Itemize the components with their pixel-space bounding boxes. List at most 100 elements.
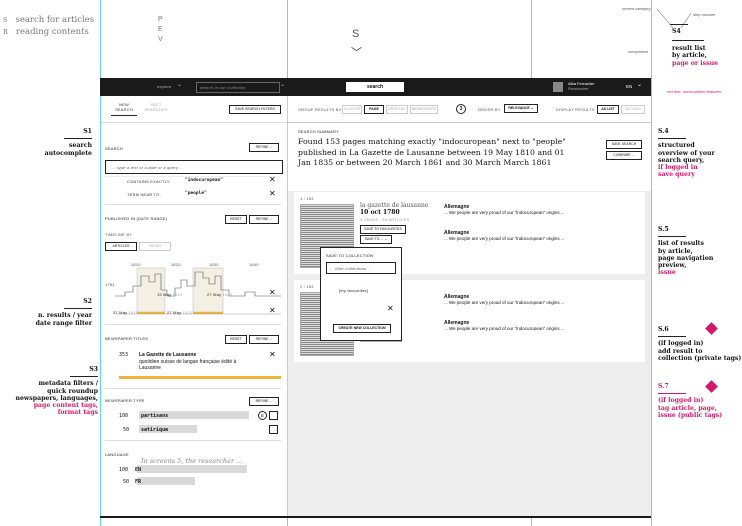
group-label: GROUP RESULTS BY (298, 107, 342, 112)
display-option[interactable]: AS LIST (597, 105, 619, 114)
term-value: "people" (185, 191, 207, 196)
query-input[interactable]: ... type a text or a date or a query ... (105, 160, 283, 174)
close-icon[interactable]: ✕ (269, 289, 276, 297)
annotation-line: newspapers, languages, (15, 394, 99, 402)
tab-new-search[interactable]: NEW SEARCH (111, 102, 137, 116)
close-icon[interactable]: ✕ (269, 307, 276, 315)
create-collection-button[interactable]: CREATE NEW COLLECTION (333, 324, 391, 333)
timeline-issues-option[interactable]: ISSUES (139, 242, 171, 251)
refine-button[interactable]: REFINE ... (249, 397, 279, 406)
info-icon[interactable]: 3 (456, 104, 466, 114)
legend-key: S (3, 16, 8, 24)
reset-button[interactable]: RESET (225, 215, 247, 224)
refine-button[interactable]: REFINE ... (249, 215, 279, 224)
legend: Ssearch for articles Rreading contents (3, 14, 94, 38)
save-to-dropdown[interactable]: SAVE TO ... ⌄ (360, 235, 392, 244)
annotation-id: S.5 (658, 226, 669, 233)
group-option[interactable]: ARTICLES (386, 105, 408, 114)
chevron-down-icon: ⌄ (280, 82, 286, 88)
group-option[interactable]: CLUSTER (342, 105, 362, 114)
explore-menu[interactable]: explore (157, 84, 172, 89)
group-option[interactable]: PAGE (364, 105, 384, 114)
range-to-year: 1820 (222, 292, 233, 297)
save-search-button[interactable]: SAVE SEARCH (606, 140, 642, 149)
user-info[interactable]: Alba Ferracher Researcher (568, 81, 594, 91)
compare-button[interactable]: COMPARE ... (606, 151, 642, 160)
results-toolbar: GROUP RESULTS BY CLUSTER PAGE ARTICLES N… (288, 96, 651, 123)
display-option[interactable]: AS TILES (621, 105, 645, 114)
order-value: RELEVANCE (508, 106, 530, 110)
hit-snippet[interactable]: ... We people are very proud of our "ind… (444, 236, 565, 241)
range-from-year: 1810 (128, 310, 139, 315)
reset-button[interactable]: RESET (225, 335, 247, 344)
close-icon[interactable]: ✕ (269, 176, 276, 184)
term-label: CONTAINS EXACTLY: (127, 179, 171, 184)
pev-letter: P (158, 16, 163, 23)
language-select[interactable]: EN (626, 84, 632, 89)
pev-letter: E (158, 26, 163, 33)
refine-button[interactable]: REFINE ... (249, 143, 279, 152)
step-number: S4 (672, 28, 681, 35)
facet-count: 100 (119, 467, 129, 473)
sidebar: NEW SEARCH PAST SEARCHES SAVE SEARCH FIL… (101, 96, 288, 516)
range-from-year: 1810 (172, 292, 183, 297)
tab-past-searches[interactable]: PAST SEARCHES (143, 102, 169, 112)
result-title[interactable]: la gazette de lausanne (360, 202, 428, 209)
avatar[interactable] (553, 82, 563, 92)
legend-label: reading contents (15, 27, 89, 37)
facet-checkbox[interactable] (269, 425, 278, 434)
save-search-filters-button[interactable]: SAVE SEARCH FILTERS (229, 105, 281, 114)
annotation-line-incomplete: if logged in (658, 164, 698, 172)
annotation-line: overview of your (658, 149, 715, 157)
group-option[interactable]: NEWSPAPERS (410, 105, 438, 114)
search-button[interactable]: search (346, 82, 404, 92)
annotation-id: S1 (83, 128, 92, 135)
facet-checkbox[interactable] (269, 411, 278, 420)
section-title: SEARCH SUMMARY (298, 129, 339, 134)
annotation-id: S2 (83, 298, 92, 305)
facet-name: FR (135, 479, 142, 485)
timeline-histogram[interactable] (115, 266, 281, 318)
order-label: ORDER BY (478, 107, 501, 112)
annotation-line: issue (public tags) (658, 411, 723, 419)
filter-placeholder: ... filter collections ... (330, 266, 372, 271)
hit-snippet[interactable]: ... We people are very proud of our "ind… (444, 210, 565, 215)
meta-label: screen category (622, 6, 651, 11)
timeline-label: TIMELINE BY (105, 232, 133, 237)
refine-button[interactable]: REFINE ... (249, 335, 279, 344)
order-select[interactable]: RELEVANCE ⌄ (504, 104, 538, 113)
annotation-line: autocomplete (44, 149, 92, 157)
popup-title: SAVE TO COLLECTION (326, 253, 374, 258)
hit-snippet[interactable]: ... We people are very proud of our "ind… (444, 326, 565, 331)
section-title: SEARCH (105, 146, 123, 151)
search-input[interactable]: search in our collection (196, 82, 280, 93)
step-text: by article, (672, 52, 707, 60)
bottom-bar (100, 516, 651, 518)
range-from: 19 May (157, 292, 172, 297)
annotation-line: (if logged in) (658, 340, 704, 348)
search-summary: SEARCH SUMMARY Found 153 pages matching … (288, 123, 651, 191)
pev-letters: P E V (158, 15, 163, 45)
facet-count: 50 (123, 427, 130, 433)
range-to: 27 May (167, 310, 182, 315)
save-to-favourites-button[interactable]: SAVE TO FAVOURITES (360, 225, 406, 234)
hit-snippet[interactable]: ... We people are very proud of our "ind… (444, 300, 565, 305)
timeline-articles-option[interactable]: ARTICLES (105, 242, 137, 251)
annotation-line: tag article, page, (658, 404, 717, 412)
annotation-line: n. results / year (37, 312, 92, 320)
facet-name: EN (135, 467, 142, 473)
term-label: TERM NEAR TO: (127, 192, 161, 197)
facet-bar (137, 477, 195, 485)
collection-filter-input[interactable]: ... filter collections ... (326, 262, 396, 274)
annotation-line: search (69, 142, 92, 150)
annotation-line-incomplete: save query (658, 171, 695, 179)
range-to: 27 May (207, 292, 222, 297)
pev-letter: V (158, 36, 163, 43)
close-icon[interactable]: ✕ (269, 351, 276, 359)
collection-option[interactable]: [my favourites] (339, 288, 368, 293)
close-icon[interactable]: ✕ (387, 305, 394, 313)
tag-icon[interactable]: E (258, 411, 267, 420)
newspaper-count: 353 (119, 352, 129, 358)
section-title: LANGUAGE (105, 452, 129, 457)
close-icon[interactable]: ✕ (269, 190, 276, 198)
